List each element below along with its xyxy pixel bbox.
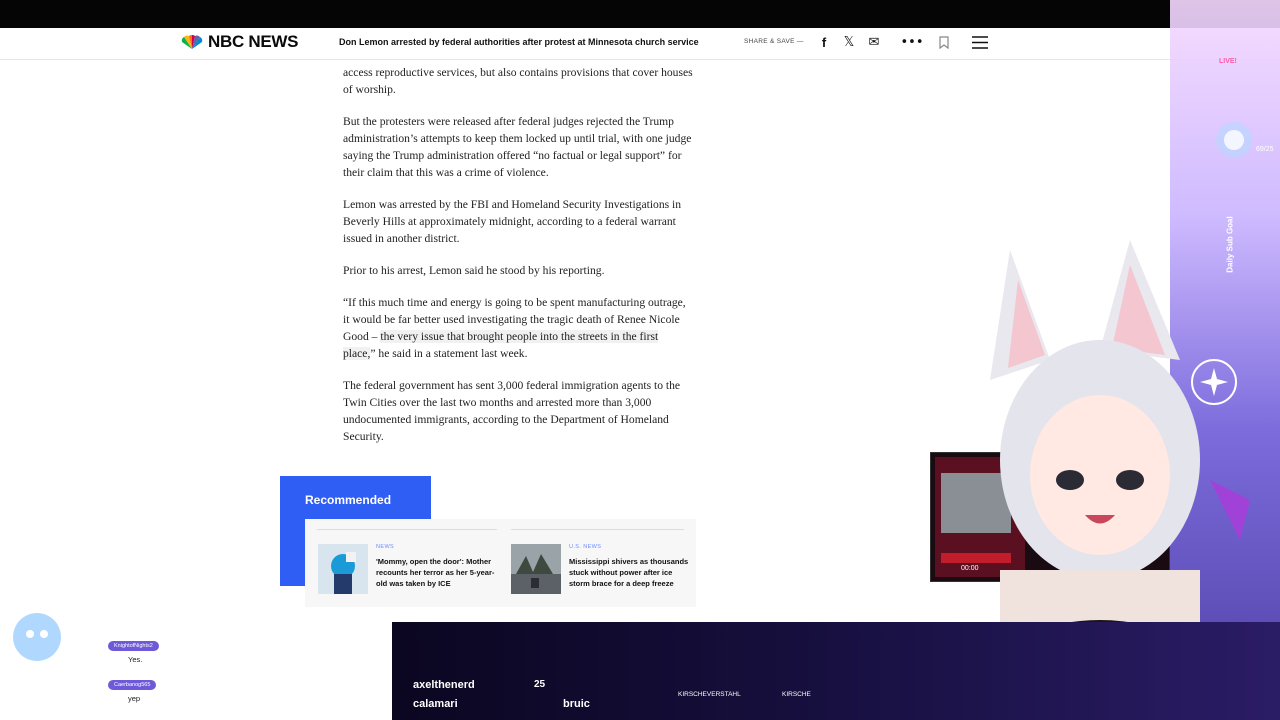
- share-label: SHARE & SAVE —: [744, 38, 804, 45]
- social-handle: KIRSCHEVERSTAHL: [678, 691, 741, 698]
- rec-thumbnail: [511, 544, 561, 594]
- facebook-icon[interactable]: f: [816, 34, 832, 50]
- mail-icon[interactable]: ✉: [866, 34, 882, 50]
- peacock-icon: [181, 34, 203, 49]
- gifter-name: axelthenerd: [413, 679, 475, 691]
- gifter-name: calamari: [413, 698, 458, 710]
- article-paragraph: Prior to his arrest, Lemon said he stood…: [343, 264, 605, 277]
- article-paragraph: “If this much time and energy is going t…: [343, 294, 693, 362]
- header-headline: Don Lemon arrested by federal authoritie…: [339, 37, 699, 47]
- gift-amount: 25: [534, 679, 546, 690]
- recommended-panel: NEWS 'Mommy, open the door': Mother reco…: [305, 519, 696, 607]
- article-paragraph: But the protesters were released after f…: [343, 115, 692, 179]
- sub-goal-count: 69/25: [1256, 146, 1274, 153]
- rec-category: NEWS: [376, 544, 395, 550]
- gifter-name: bruiс: [563, 698, 590, 710]
- browser-top-bar: [0, 0, 1280, 28]
- x-icon[interactable]: 𝕏: [841, 34, 857, 50]
- recommended-title: Recommended: [305, 493, 392, 507]
- chat-username: KnightofNights2: [108, 641, 159, 651]
- stream-bottom-bar: axelthenerd 25 calamari bruiс KIRSCHEVER…: [392, 622, 1280, 720]
- mascot-icon: [13, 613, 61, 661]
- article-paragraph: access reproductive services, but also c…: [343, 66, 693, 96]
- logo-text: NBC NEWS: [208, 32, 299, 51]
- rec-card[interactable]: NEWS 'Mommy, open the door': Mother reco…: [318, 544, 496, 594]
- article-paragraph: The federal government has sent 3,000 fe…: [343, 379, 681, 443]
- chat-message: Yes.: [128, 655, 143, 664]
- rec-category: U.S. NEWS: [569, 544, 602, 550]
- live-label: LIVE!: [1219, 58, 1237, 65]
- chat-username: Caerbanog565: [108, 680, 157, 690]
- rec-headline[interactable]: 'Mommy, open the door': Mother recounts …: [376, 556, 496, 589]
- bookmark-icon[interactable]: [936, 34, 952, 50]
- menu-icon[interactable]: [972, 34, 988, 50]
- video-time: 00:00: [961, 565, 979, 572]
- rec-headline[interactable]: Mississippi shivers as thousands stuck w…: [569, 556, 689, 589]
- divider: [511, 529, 684, 530]
- orb-icon: [1216, 122, 1252, 158]
- divider: [317, 529, 497, 530]
- rec-thumbnail: [318, 544, 368, 594]
- nbc-logo[interactable]: NBC NEWS: [180, 32, 298, 52]
- quote-end: ” he said in a statement last week.: [370, 347, 528, 360]
- rec-card[interactable]: U.S. NEWS Mississippi shivers as thousan…: [511, 544, 689, 594]
- more-icon[interactable]: •••: [901, 34, 924, 50]
- article-paragraph: Lemon was arrested by the FBI and Homela…: [343, 198, 682, 245]
- chat-message: yep: [128, 694, 141, 703]
- social-handle: KIRSCHE: [782, 691, 811, 698]
- nbc-header: NBC NEWS Don Lemon arrested by federal a…: [0, 28, 1280, 60]
